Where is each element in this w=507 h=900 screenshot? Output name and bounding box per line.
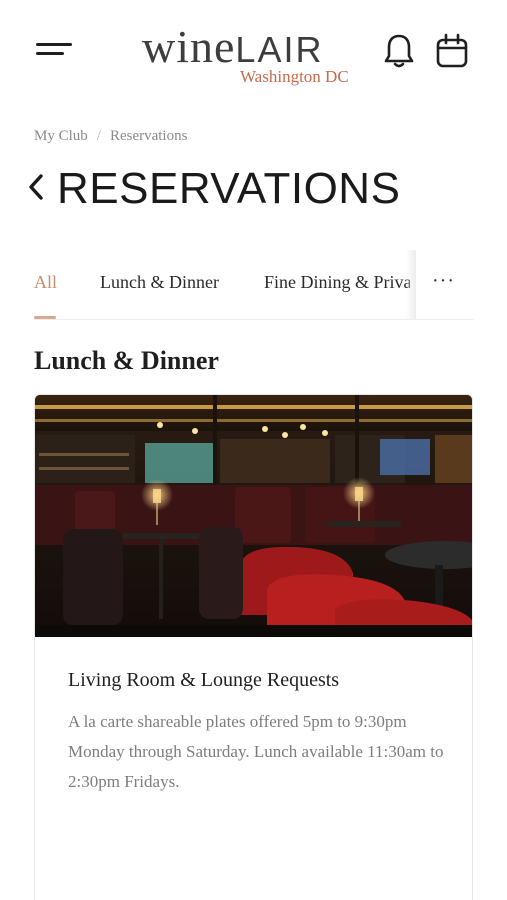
logo-wordmark: wineLAIR bbox=[142, 24, 323, 70]
hamburger-line bbox=[36, 52, 64, 55]
breadcrumb: My Club / Reservations bbox=[34, 128, 187, 145]
hamburger-line bbox=[36, 43, 72, 46]
logo-location: Washington DC bbox=[240, 67, 349, 86]
active-tab-indicator bbox=[34, 316, 56, 319]
logo-wine-text: wine bbox=[142, 21, 236, 72]
hamburger-icon[interactable] bbox=[36, 38, 72, 62]
logo-lair-text: LAIR bbox=[235, 29, 324, 70]
bell-icon[interactable] bbox=[382, 32, 416, 70]
section-title: Lunch & Dinner bbox=[34, 346, 219, 375]
winelair-logo[interactable]: wineLAIR Washington DC bbox=[142, 18, 358, 88]
card-title: Living Room & Lounge Requests bbox=[68, 669, 340, 691]
chevron-left-icon[interactable] bbox=[26, 170, 48, 204]
tab-lunch-dinner[interactable]: Lunch & Dinner bbox=[100, 272, 219, 293]
tabs-divider bbox=[34, 319, 474, 320]
reservation-card[interactable]: Living Room & Lounge Requests A la carte… bbox=[34, 394, 473, 900]
card-description: A la carte shareable plates offered 5pm … bbox=[68, 712, 444, 791]
tab-all[interactable]: All bbox=[34, 272, 57, 293]
breadcrumb-my-club[interactable]: My Club bbox=[34, 128, 88, 144]
app-header: wineLAIR Washington DC bbox=[0, 0, 507, 105]
restaurant-interior-image bbox=[35, 395, 472, 637]
tab-fine-dining[interactable]: Fine Dining & Priva bbox=[264, 272, 410, 293]
tabs-scroll-fade bbox=[406, 250, 416, 320]
breadcrumb-reservations[interactable]: Reservations bbox=[110, 128, 187, 144]
breadcrumb-separator: / bbox=[96, 128, 101, 144]
more-tabs-icon[interactable]: ··· bbox=[432, 270, 455, 293]
category-tabs: All Lunch & Dinner Fine Dining & Priva ·… bbox=[0, 250, 507, 322]
calendar-icon[interactable] bbox=[435, 32, 469, 70]
page-title: RESERVATIONS bbox=[57, 164, 401, 213]
